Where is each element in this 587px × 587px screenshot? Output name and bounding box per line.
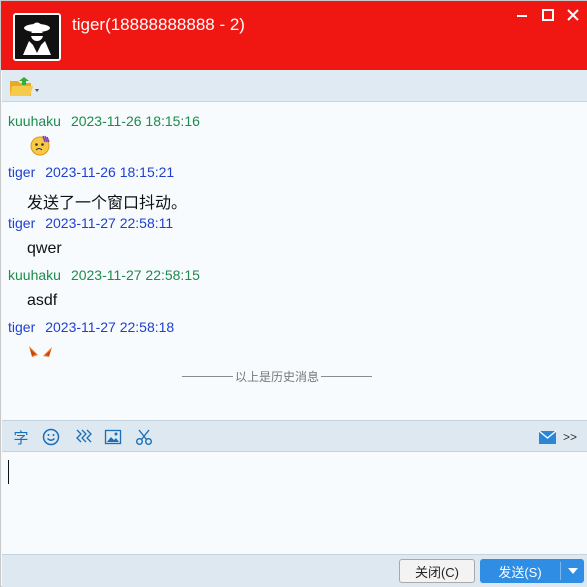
shake-icon	[76, 429, 92, 443]
smiley-icon	[42, 428, 60, 446]
input-toolbar: 字 >>	[2, 420, 587, 452]
font-button[interactable]: 字	[12, 428, 30, 447]
message-time: 2023-11-26 18:15:16	[70, 113, 200, 129]
chat-window: tiger(18888888888 - 2) kuuhaku 2023-11-26…	[0, 0, 587, 587]
send-button[interactable]: 发送(S)	[480, 559, 584, 583]
message-header: tiger 2023-11-27 22:58:18	[8, 319, 174, 335]
message-time: 2023-11-27 22:58:18	[45, 319, 175, 335]
scissors-icon	[136, 429, 152, 445]
image-button[interactable]	[104, 428, 122, 446]
emoji-message	[29, 134, 51, 161]
file-transfer-button[interactable]	[9, 76, 39, 98]
message-header: tiger 2023-11-26 18:15:21	[8, 164, 174, 180]
message-list[interactable]: kuuhaku 2023-11-26 18:15:16 tiger 2023-11-…	[2, 102, 587, 420]
message-text: qwer	[27, 240, 62, 257]
image-icon	[104, 429, 122, 445]
embarrassed-face-emoji	[30, 135, 50, 156]
close-button[interactable]	[562, 4, 584, 26]
emoji-button[interactable]	[42, 428, 60, 446]
send-button-label: 发送(S)	[498, 564, 542, 580]
window-title: tiger(18888888888 - 2)	[72, 15, 245, 34]
sender-name: kuuhaku	[8, 267, 61, 283]
minimize-button[interactable]	[511, 4, 533, 26]
message-text: asdf	[27, 292, 58, 309]
divider-line	[182, 375, 233, 377]
avatar[interactable]	[13, 13, 61, 61]
message-time: 2023-11-27 22:58:15	[70, 267, 200, 283]
text-caret	[8, 460, 9, 484]
sticker-message	[28, 344, 54, 365]
history-divider-text: 以上是历史消息	[235, 369, 320, 384]
message-text: 发送了一个窗口抖动。	[27, 195, 188, 212]
history-divider: 以上是历史消息	[182, 368, 373, 384]
divider-line	[321, 375, 373, 377]
title-bar[interactable]: tiger(18888888888 - 2)	[1, 1, 587, 70]
message-history-button[interactable]	[538, 428, 558, 446]
maximize-icon	[542, 9, 554, 21]
message-input[interactable]	[2, 452, 587, 554]
sender-name: tiger	[8, 319, 36, 335]
send-options-button[interactable]	[561, 559, 584, 583]
maximize-button[interactable]	[537, 4, 559, 26]
minimize-icon	[517, 15, 527, 17]
close-chat-button[interactable]: 关闭(C)	[399, 559, 475, 583]
chevron-down-icon	[567, 568, 578, 574]
message-header: kuuhaku 2023-11-26 18:15:16	[8, 113, 200, 129]
message-time: 2023-11-27 22:58:11	[45, 215, 174, 231]
sender-name: kuuhaku	[8, 113, 61, 129]
fox-sticker	[29, 346, 52, 357]
mail-icon	[538, 430, 557, 444]
folder-icon	[10, 77, 39, 96]
screenshot-button[interactable]	[135, 428, 153, 446]
bottom-bar: 关闭(C) 发送(S)	[2, 554, 587, 587]
sender-name: tiger	[8, 215, 36, 231]
top-toolbar	[2, 70, 587, 102]
message-header: tiger 2023-11-27 22:58:11	[8, 215, 173, 231]
close-icon	[567, 9, 579, 21]
message-header: kuuhaku 2023-11-27 22:58:15	[8, 267, 200, 283]
message-time: 2023-11-26 18:15:21	[45, 164, 175, 180]
shake-button[interactable]	[74, 428, 92, 446]
more-icon[interactable]: >>	[561, 428, 579, 446]
avatar-image	[15, 15, 59, 59]
sender-name: tiger	[8, 164, 36, 180]
